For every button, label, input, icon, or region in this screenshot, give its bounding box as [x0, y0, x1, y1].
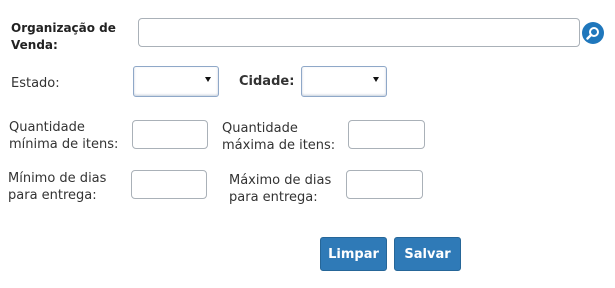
- chevron-down-icon: [205, 77, 211, 82]
- estado-label: Estado:: [11, 76, 60, 91]
- quantidade-minima-input[interactable]: [132, 120, 208, 149]
- quantidade-minima-label: Quantidade mínima de itens:: [9, 120, 119, 152]
- search-icon: [586, 27, 599, 40]
- maximo-dias-label: Máximo de dias para entrega:: [229, 173, 332, 205]
- organizacao-input[interactable]: [138, 18, 580, 47]
- minimo-dias-label: Mínimo de dias para entrega:: [8, 171, 107, 203]
- estado-select[interactable]: [133, 66, 219, 97]
- quantidade-maxima-label: Quantidade máxima de itens:: [222, 121, 336, 153]
- minimo-dias-input[interactable]: [131, 170, 207, 199]
- organizacao-label: Organização de Venda:: [11, 21, 116, 52]
- limpar-button[interactable]: Limpar: [320, 237, 387, 271]
- cidade-select[interactable]: [301, 66, 387, 97]
- cidade-label: Cidade:: [239, 74, 295, 89]
- search-button[interactable]: [582, 22, 604, 44]
- chevron-down-icon: [373, 77, 379, 82]
- maximo-dias-input[interactable]: [346, 170, 423, 199]
- quantidade-maxima-input[interactable]: [348, 120, 425, 149]
- salvar-button[interactable]: Salvar: [394, 237, 461, 271]
